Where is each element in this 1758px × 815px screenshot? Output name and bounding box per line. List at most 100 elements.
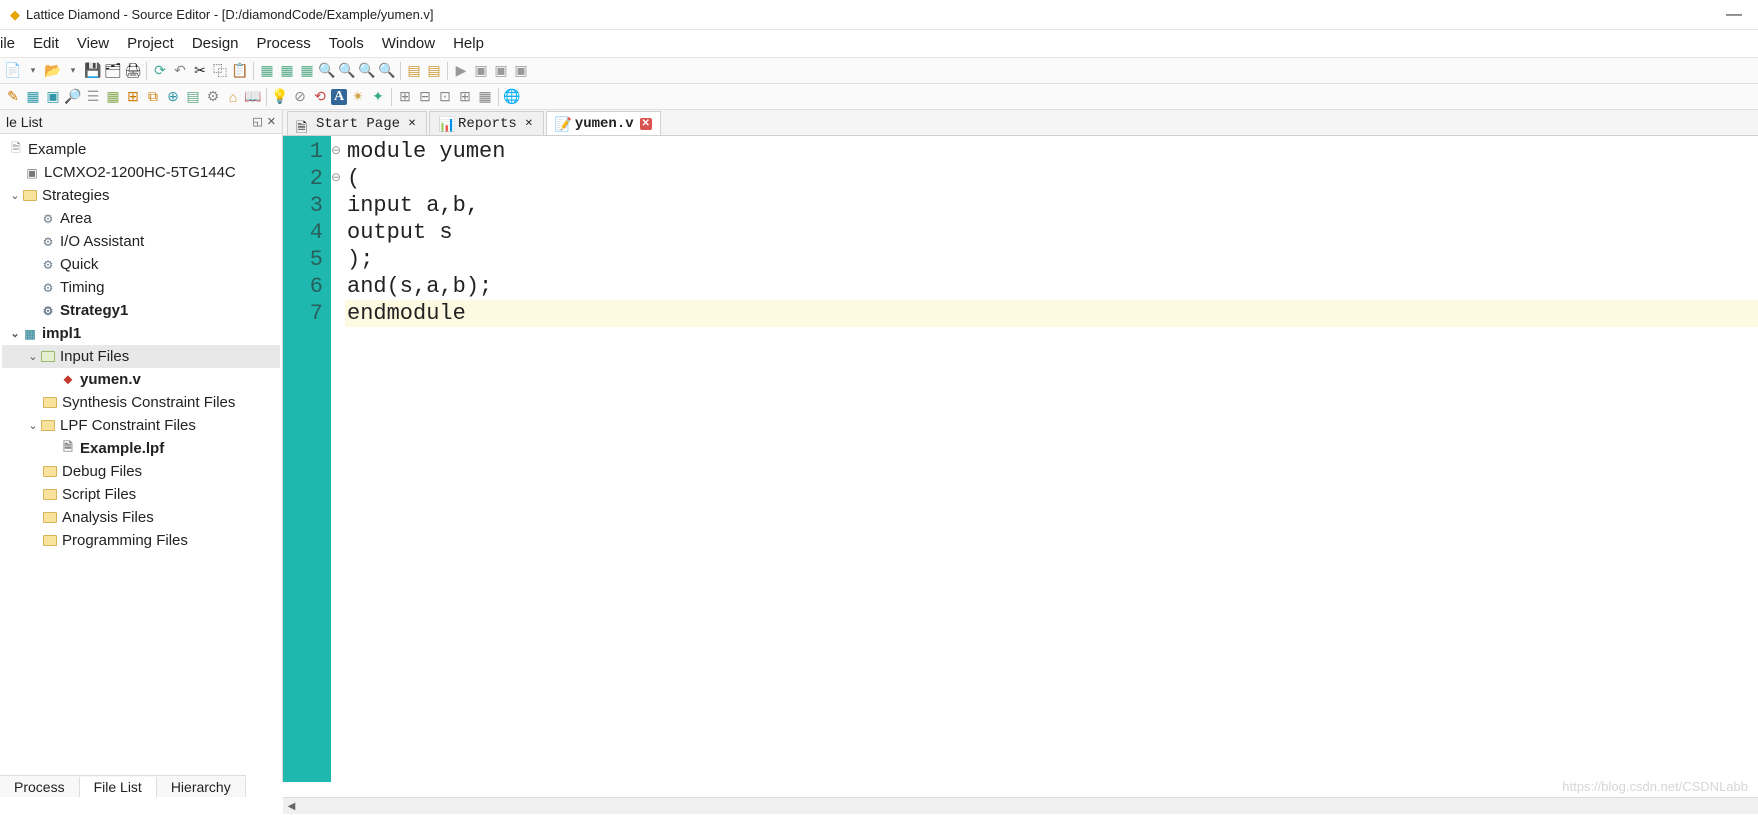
tool-a-icon[interactable]: ▦ <box>258 62 276 80</box>
code-editor[interactable]: 1234567 ⊖⊖ module yumen ( input a,b, out… <box>283 136 1758 782</box>
t2-win-a-icon[interactable]: ⊞ <box>396 88 414 106</box>
cut-icon[interactable]: ✂ <box>191 62 209 80</box>
new-icon[interactable]: 📄 <box>4 62 22 80</box>
zoom-in-icon[interactable]: 🔍 <box>318 62 336 80</box>
tree-analysis[interactable]: Analysis Files <box>2 506 280 529</box>
zoom-out-icon[interactable]: 🔍 <box>338 62 356 80</box>
tree-strategy-quick[interactable]: ⚙Quick <box>2 253 280 276</box>
close-tab-icon[interactable]: ✕ <box>406 118 418 130</box>
tree-strategy-io[interactable]: ⚙I/O Assistant <box>2 230 280 253</box>
tree-strategies[interactable]: ⌄Strategies <box>2 184 280 207</box>
menu-file[interactable]: ile <box>0 35 15 52</box>
code-line[interactable]: output s <box>345 219 1758 246</box>
dropdown-icon[interactable]: ▾ <box>64 62 82 80</box>
copy-icon[interactable]: ⿻ <box>211 62 229 80</box>
save-icon[interactable]: 💾 <box>84 62 102 80</box>
t2-globe-icon[interactable]: ⊕ <box>164 88 182 106</box>
save-all-icon[interactable]: 🗂 <box>104 62 122 80</box>
tree-project[interactable]: 🗎Example <box>2 138 280 161</box>
code-line[interactable]: ( <box>345 165 1758 192</box>
tab-start-page[interactable]: 🗎 Start Page ✕ <box>287 111 427 135</box>
t2-blocks-icon[interactable]: ⊞ <box>124 88 142 106</box>
menu-window[interactable]: Window <box>382 35 435 52</box>
tool-c-icon[interactable]: ▦ <box>298 62 316 80</box>
t2-sparkle-icon[interactable]: ✦ <box>369 88 387 106</box>
sidebar-close-icon[interactable]: ✕ <box>267 115 276 128</box>
menu-help[interactable]: Help <box>453 35 484 52</box>
code-line[interactable]: module yumen <box>345 138 1758 165</box>
open-icon[interactable]: 📂 <box>44 62 62 80</box>
paste-icon[interactable]: 📋 <box>231 62 249 80</box>
tree-file-yumen[interactable]: ⬥yumen.v <box>2 368 280 391</box>
menu-tools[interactable]: Tools <box>329 35 364 52</box>
t2-book-icon[interactable]: 📖 <box>244 88 262 106</box>
tree-strategy-area[interactable]: ⚙Area <box>2 207 280 230</box>
t2-clock-icon[interactable]: ⊘ <box>291 88 309 106</box>
menu-process[interactable]: Process <box>257 35 311 52</box>
zoom-sel-icon[interactable]: 🔍 <box>378 62 396 80</box>
t2-web-icon[interactable]: 🌐 <box>503 88 521 106</box>
t2-home-icon[interactable]: ⌂ <box>224 88 242 106</box>
tree-lpf[interactable]: ⌄LPF Constraint Files <box>2 414 280 437</box>
run-a-icon[interactable]: ▶ <box>452 62 470 80</box>
dropdown-icon[interactable]: ▾ <box>24 62 42 80</box>
collapse-icon[interactable]: ⌄ <box>26 350 40 363</box>
t2-win-c-icon[interactable]: ⊡ <box>436 88 454 106</box>
print-icon[interactable]: 🖨 <box>124 62 142 80</box>
tree-impl[interactable]: ⌄▦impl1 <box>2 322 280 345</box>
tree-script[interactable]: Script Files <box>2 483 280 506</box>
t2-search-icon[interactable]: 🔎 <box>64 88 82 106</box>
menu-design[interactable]: Design <box>192 35 239 52</box>
sidebar-float-icon[interactable]: ◱ <box>252 115 262 128</box>
undo-icon[interactable]: ↶ <box>171 62 189 80</box>
bottom-tab-hierarchy[interactable]: Hierarchy <box>157 777 246 797</box>
tree-device[interactable]: ▣LCMXO2-1200HC-5TG144C <box>2 161 280 184</box>
tree-strategy-timing[interactable]: ⚙Timing <box>2 276 280 299</box>
minimize-button[interactable]: — <box>1720 6 1748 24</box>
t2-win-d-icon[interactable]: ⊞ <box>456 88 474 106</box>
tab-reports[interactable]: 📊 Reports ✕ <box>429 111 544 135</box>
tree-synth[interactable]: Synthesis Constraint Files <box>2 391 280 414</box>
close-tab-icon[interactable]: ✕ <box>523 118 535 130</box>
t2-bulb-icon[interactable]: 💡 <box>271 88 289 106</box>
t2-list-icon[interactable]: ☰ <box>84 88 102 106</box>
bottom-tab-process[interactable]: Process <box>0 777 80 797</box>
code-line[interactable]: input a,b, <box>345 192 1758 219</box>
t2-net-icon[interactable]: ⚙ <box>204 88 222 106</box>
t2-grid-icon[interactable]: ▦ <box>24 88 42 106</box>
tree-debug[interactable]: Debug Files <box>2 460 280 483</box>
tree-file-lpf[interactable]: 🗎Example.lpf <box>2 437 280 460</box>
collapse-icon[interactable]: ⌄ <box>26 419 40 432</box>
close-tab-modified-icon[interactable]: ✕ <box>640 118 652 130</box>
t2-win-b-icon[interactable]: ⊟ <box>416 88 434 106</box>
view-a-icon[interactable]: ▤ <box>405 62 423 80</box>
run-d-icon[interactable]: ▣ <box>512 62 530 80</box>
refresh-icon[interactable]: ⟳ <box>151 62 169 80</box>
menu-edit[interactable]: Edit <box>33 35 59 52</box>
run-c-icon[interactable]: ▣ <box>492 62 510 80</box>
run-b-icon[interactable]: ▣ <box>472 62 490 80</box>
horizontal-scrollbar[interactable]: ◀ <box>283 797 1758 814</box>
scroll-left-icon[interactable]: ◀ <box>283 798 300 815</box>
t2-pencil-icon[interactable]: ✎ <box>4 88 22 106</box>
t2-a-icon[interactable]: A <box>331 89 347 105</box>
t2-layers-icon[interactable]: ⧉ <box>144 88 162 106</box>
tree-strategy-1[interactable]: ⚙Strategy1 <box>2 299 280 322</box>
tree-programming[interactable]: Programming Files <box>2 529 280 552</box>
code-lines[interactable]: module yumen ( input a,b, output s ); an… <box>345 136 1758 782</box>
code-line[interactable]: ); <box>345 246 1758 273</box>
tree-input-files[interactable]: ⌄Input Files <box>2 345 280 368</box>
collapse-icon[interactable]: ⌄ <box>8 189 22 202</box>
t2-chip-icon[interactable]: ▣ <box>44 88 62 106</box>
menu-project[interactable]: Project <box>127 35 174 52</box>
menu-view[interactable]: View <box>77 35 109 52</box>
code-line-current[interactable]: endmodule <box>345 300 1758 327</box>
tool-b-icon[interactable]: ▦ <box>278 62 296 80</box>
tab-yumen[interactable]: 📝 yumen.v ✕ <box>546 111 661 135</box>
t2-link-icon[interactable]: ⟲ <box>311 88 329 106</box>
code-line[interactable]: and(s,a,b); <box>345 273 1758 300</box>
bottom-tab-file-list[interactable]: File List <box>80 777 157 797</box>
t2-board-icon[interactable]: ▤ <box>184 88 202 106</box>
collapse-icon[interactable]: ⌄ <box>8 327 22 340</box>
t2-win-e-icon[interactable]: ▦ <box>476 88 494 106</box>
